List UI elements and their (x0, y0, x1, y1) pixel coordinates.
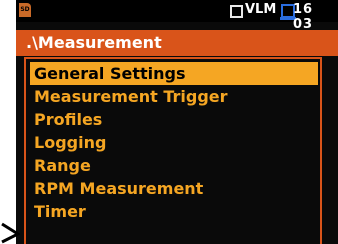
measurement-menu: General Settings Measurement Trigger Pro… (30, 62, 318, 223)
menu-frame-top (24, 57, 322, 59)
menu-item-profiles[interactable]: Profiles (30, 108, 318, 131)
menu-path-title: .\Measurement (16, 30, 338, 56)
menu-item-logging[interactable]: Logging (30, 131, 318, 154)
menu-frame-right (320, 58, 322, 244)
menu-item-measurement-trigger[interactable]: Measurement Trigger (30, 85, 318, 108)
menu-item-range[interactable]: Range (30, 154, 318, 177)
menu-frame-left (24, 58, 26, 244)
menu-item-rpm-measurement[interactable]: RPM Measurement (30, 177, 318, 200)
menu-item-general-settings[interactable]: General Settings (30, 62, 318, 85)
menu-item-timer[interactable]: Timer (30, 200, 318, 223)
mode-indicator-icon (230, 5, 243, 18)
device-corner-icon (1, 222, 20, 244)
clock: 16 03 (293, 2, 314, 32)
sd-card-icon: SD (19, 3, 31, 17)
measurement-mode: VLM (245, 2, 277, 17)
